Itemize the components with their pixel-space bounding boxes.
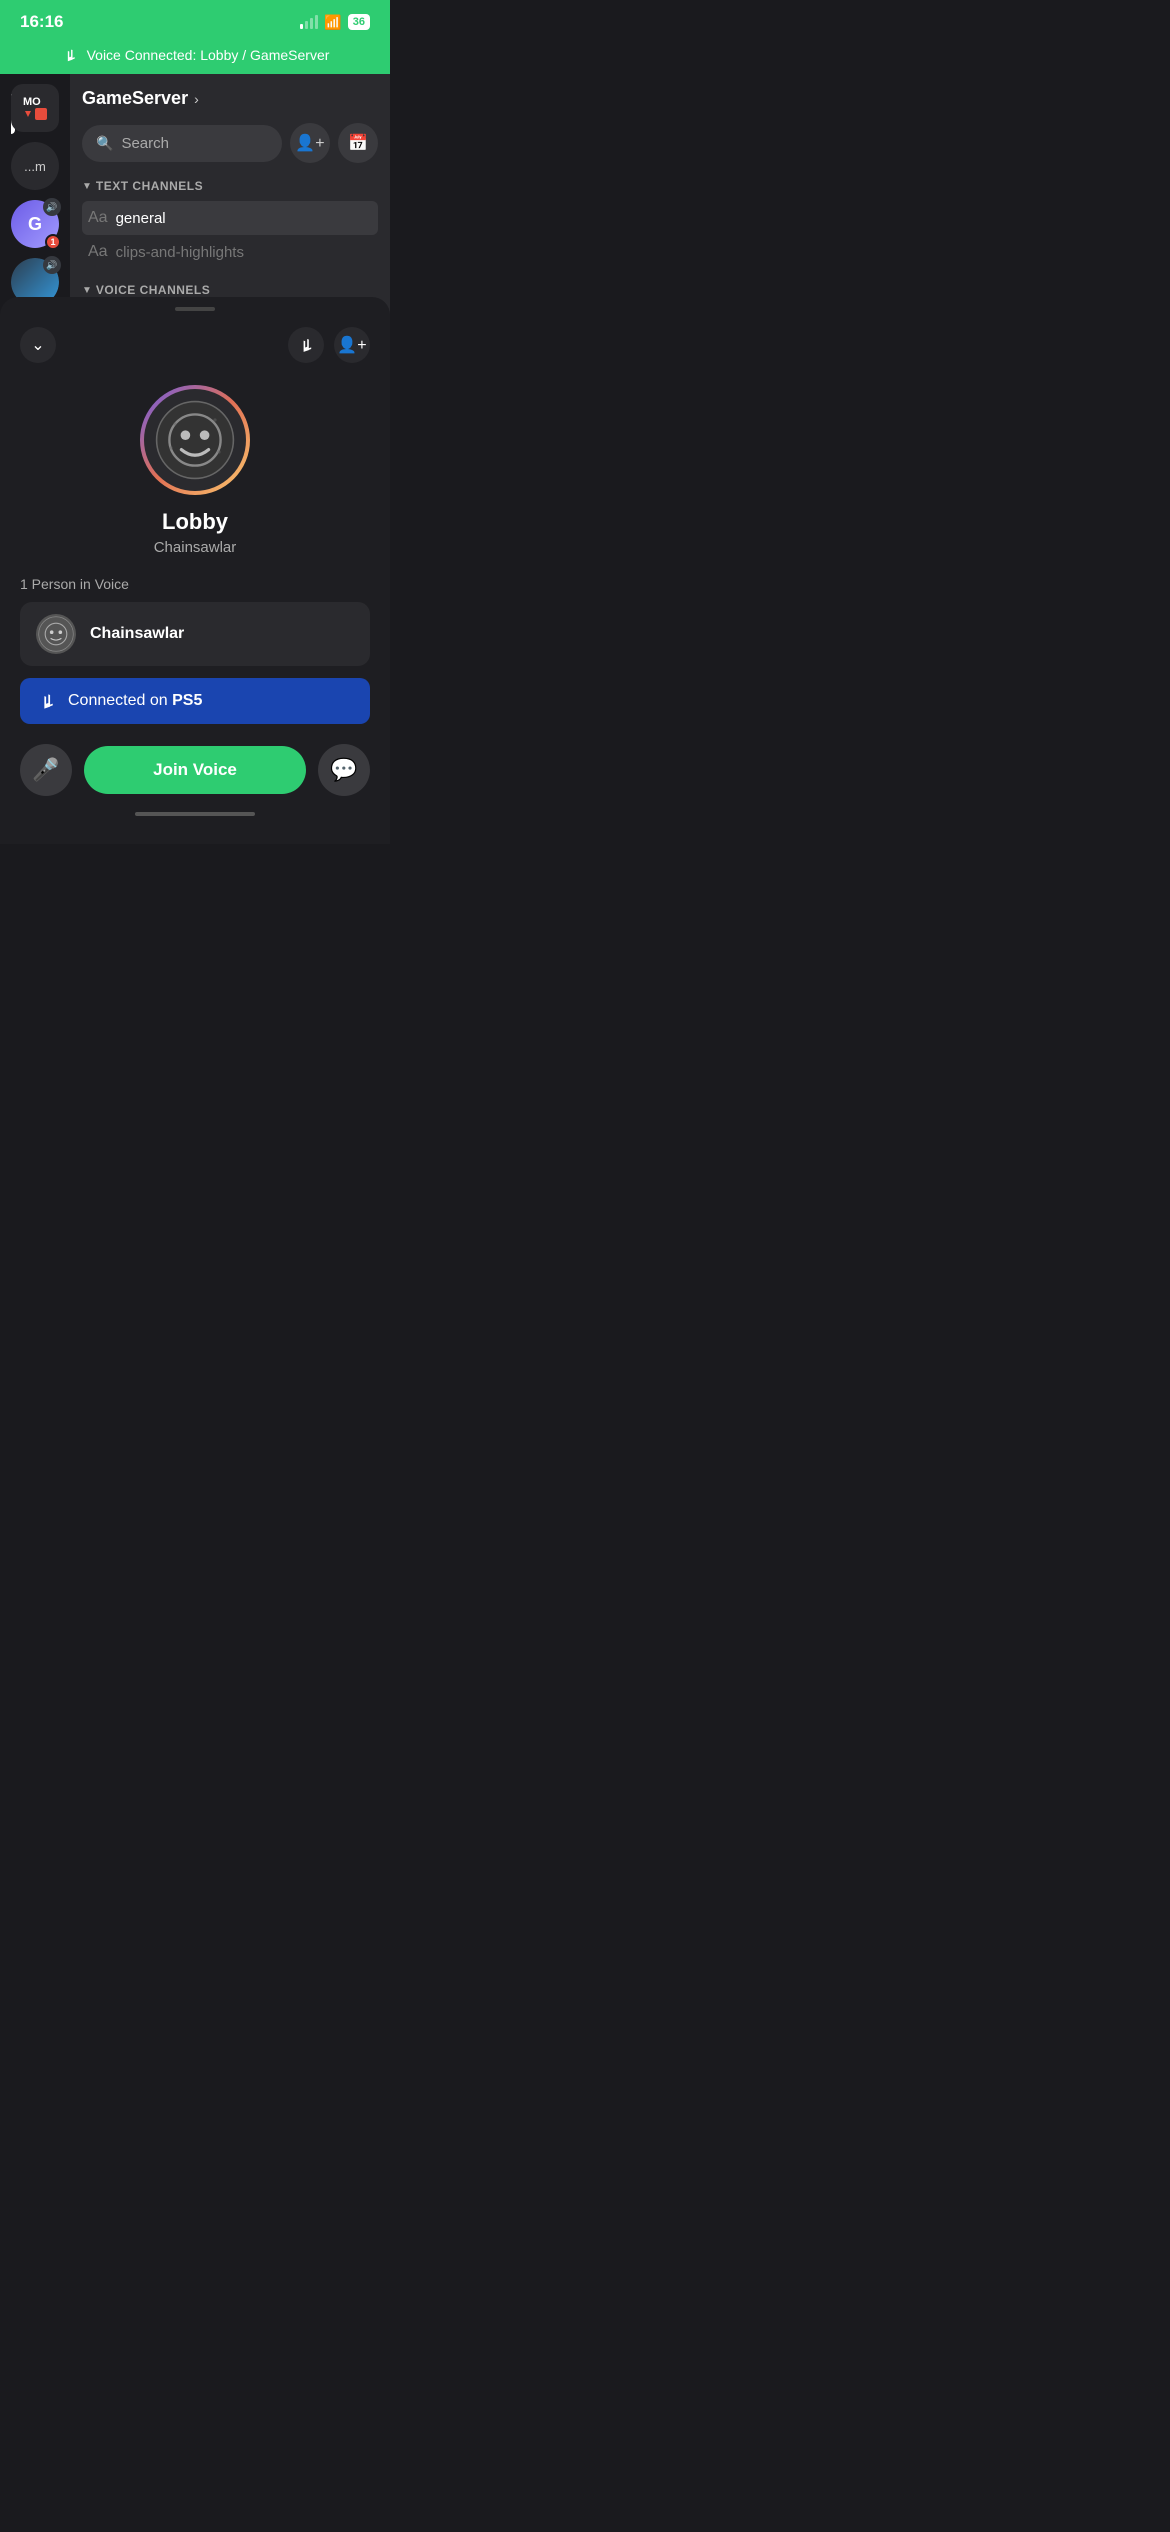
voice-participants-section: 1 Person in Voice Chainsawlar [0, 576, 390, 678]
search-row: 🔍 Search 👤+ 📅 [82, 123, 378, 163]
ps-icon-banner [36, 690, 58, 712]
voice-avatar-inner [144, 389, 246, 491]
channel-prefix-clips: Aa [88, 243, 108, 261]
signal-bar-3 [310, 18, 313, 29]
voice-channel-name: Lobby [162, 509, 228, 535]
chat-icon: 💬 [330, 757, 357, 783]
g-label: G [28, 214, 42, 235]
join-voice-label: Join Voice [153, 760, 237, 779]
channel-name-clips: clips-and-highlights [116, 244, 244, 261]
home-bar [135, 812, 255, 816]
ps-button[interactable] [288, 327, 324, 363]
volume-indicator-2: 🔊 [43, 256, 61, 274]
mo-avatar: MO [11, 84, 59, 132]
channel-clips[interactable]: Aa clips-and-highlights [82, 235, 378, 269]
server-title-row[interactable]: GameServer › [82, 88, 378, 109]
voice-actions: 🎤 Join Voice 💬 [0, 736, 390, 804]
add-user-icon: 👤+ [337, 335, 366, 355]
connected-platform: PS5 [172, 692, 202, 709]
voice-channels-header[interactable]: ▼ Voice Channels [82, 283, 378, 297]
participants-label: 1 Person in Voice [20, 576, 370, 592]
channel-name-general: general [116, 210, 166, 227]
calendar-button[interactable]: 📅 [338, 123, 378, 163]
voice-connected-banner[interactable]: Voice Connected: Lobby / GameServer [0, 40, 390, 74]
signal-icon [300, 15, 318, 29]
search-box[interactable]: 🔍 Search [82, 125, 282, 162]
text-channels-header[interactable]: ▼ Text Channels [82, 179, 378, 193]
battery-indicator: 36 [348, 14, 370, 30]
sidebar-item-mo[interactable]: MO [11, 84, 59, 132]
status-icons: 📶 36 [300, 14, 370, 31]
chevron-down-icon: ⌄ [31, 335, 44, 355]
participant-name: Chainsawlar [90, 625, 184, 643]
voice-channel-avatar [155, 400, 235, 480]
add-friend-button[interactable]: 👤+ [290, 123, 330, 163]
participant-avatar-icon [38, 616, 74, 652]
voice-avatar-section: Lobby Chainsawlar [0, 375, 390, 576]
status-time: 16:16 [20, 12, 63, 32]
search-icon: 🔍 [96, 135, 113, 152]
notification-badge: 1 [45, 234, 61, 250]
signal-bar-2 [305, 21, 308, 29]
voice-banner-text: Voice Connected: Lobby / GameServer [87, 47, 330, 63]
text-section-label: Text Channels [96, 179, 203, 193]
search-placeholder: Search [121, 135, 169, 152]
voice-section-label: Voice Channels [96, 283, 210, 297]
chat-button[interactable]: 💬 [318, 744, 370, 796]
arrow-icon [23, 109, 33, 119]
home-indicator [0, 804, 390, 824]
sheet-action-buttons: 👤+ [288, 327, 370, 363]
signal-bar-4 [315, 15, 318, 29]
add-user-button[interactable]: 👤+ [334, 327, 370, 363]
playstation-icon-sheet [296, 335, 316, 355]
signal-bar-1 [300, 24, 303, 29]
sidebar-item-g[interactable]: 🔊 G 1 [11, 200, 59, 248]
participant-avatar [36, 614, 76, 654]
voice-avatar-ring [140, 385, 250, 495]
text-section-chevron: ▼ [82, 181, 92, 192]
chevron-right-icon: › [194, 91, 199, 107]
dots-label: ...m [24, 159, 46, 174]
server-title: GameServer [82, 88, 188, 109]
channel-prefix-general: Aa [88, 209, 108, 227]
wifi-icon: 📶 [324, 14, 341, 31]
collapse-button[interactable]: ⌄ [20, 327, 56, 363]
connected-ps5-banner[interactable]: Connected on PS5 [20, 678, 370, 724]
voice-server-name: Chainsawlar [154, 539, 237, 556]
connected-text-part1: Connected on [68, 692, 168, 709]
channel-general[interactable]: Aa general [82, 201, 378, 235]
join-voice-button[interactable]: Join Voice [84, 746, 306, 794]
add-friend-icon: 👤+ [295, 133, 324, 153]
playstation-icon [61, 46, 79, 64]
bottom-sheet: ⌄ 👤+ [0, 297, 390, 844]
sidebar-item-dots[interactable]: ...m [11, 142, 59, 190]
volume-indicator: 🔊 [43, 198, 61, 216]
voice-section-chevron: ▼ [82, 285, 92, 296]
connected-ps5-text: Connected on PS5 [68, 692, 202, 710]
mic-button[interactable]: 🎤 [20, 744, 72, 796]
sheet-header: ⌄ 👤+ [0, 311, 390, 375]
participant-row: Chainsawlar [20, 602, 370, 666]
mic-icon: 🎤 [32, 757, 59, 783]
calendar-icon: 📅 [348, 133, 368, 153]
status-bar: 16:16 📶 36 [0, 0, 390, 40]
dots-avatar: ...m [11, 142, 59, 190]
